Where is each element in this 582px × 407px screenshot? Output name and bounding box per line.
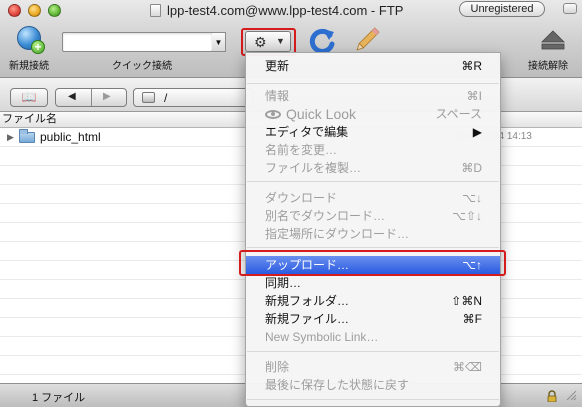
quick-connect-dropdown-button[interactable]: ▼ <box>212 32 226 52</box>
disconnect-label: 接続解除 <box>528 61 568 72</box>
menu-item-delete[interactable]: 削除 ⌘⌫ <box>246 358 500 376</box>
close-window-button[interactable] <box>8 4 21 17</box>
path-label: / <box>164 91 168 105</box>
menu-separator <box>247 181 499 182</box>
menu-item-download[interactable]: ダウンロード ⌥↓ <box>246 189 500 207</box>
menu-item-new-symbolic-link[interactable]: New Symbolic Link… <box>246 328 500 346</box>
menu-separator <box>247 83 499 84</box>
new-connection-label: 新規接続 <box>9 61 49 72</box>
nav-divider <box>91 89 92 106</box>
window-title: lpp-test4.com@www.lpp-test4.com - FTP <box>150 3 430 19</box>
back-arrow-icon[interactable]: ◀ <box>68 91 76 102</box>
quick-connect-input[interactable] <box>62 32 213 52</box>
menu-item-quick-look[interactable]: Quick Look スペース <box>246 105 500 123</box>
menu-item-download-as[interactable]: 別名でダウンロード… ⌥⇧↓ <box>246 207 500 225</box>
lock-icon[interactable] <box>546 390 558 402</box>
quick-connect-label: クイック接続 <box>112 61 172 72</box>
menu-item-new-file[interactable]: 新規ファイル… ⌘F <box>246 310 500 328</box>
document-proxy-icon <box>150 4 161 17</box>
status-text: 1 ファイル <box>32 392 86 404</box>
add-icon: + <box>31 40 45 54</box>
zoom-window-button[interactable] <box>48 4 61 17</box>
menu-item-refresh[interactable]: 更新 ⌘R <box>246 57 500 75</box>
bookmarks-button[interactable]: 📖 <box>10 88 48 107</box>
resize-grip-icon[interactable] <box>565 389 577 401</box>
history-nav: ◀ ▶ <box>55 88 127 107</box>
drive-icon <box>142 92 155 103</box>
folder-icon <box>19 129 35 143</box>
menu-separator <box>247 247 499 248</box>
menu-item-sync[interactable]: 同期… <box>246 274 500 292</box>
eye-icon <box>265 110 281 119</box>
eject-icon[interactable] <box>541 30 565 50</box>
menu-item-download-to[interactable]: 指定場所にダウンロード… <box>246 225 500 243</box>
path-popup[interactable]: / <box>133 88 253 107</box>
unregistered-badge[interactable]: Unregistered <box>459 1 545 17</box>
menu-separator <box>247 351 499 352</box>
menu-item-revert[interactable]: 最後に保存した状態に戻す <box>246 376 500 394</box>
minimize-window-button[interactable] <box>28 4 41 17</box>
menu-item-info[interactable]: 情報 ⌘I <box>246 87 500 105</box>
pencil-icon[interactable] <box>352 25 382 55</box>
menu-item-duplicate[interactable]: ファイルを複製… ⌘D <box>246 159 500 177</box>
disclosure-triangle-icon[interactable]: ▶ <box>7 132 14 143</box>
menu-item-edit-in-editor[interactable]: エディタで編集 ▶ <box>246 123 500 141</box>
menu-separator <box>247 399 499 400</box>
annotation-highlight-upload <box>239 250 506 276</box>
submenu-arrow-icon: ▶ <box>472 125 482 139</box>
menu-item-new-folder[interactable]: 新規フォルダ… ⇧⌘N <box>246 292 500 310</box>
toolbar-toggle-button[interactable] <box>563 3 577 14</box>
forward-arrow-icon[interactable]: ▶ <box>103 91 111 102</box>
book-icon: 📖 <box>21 90 37 104</box>
action-menu: 更新 ⌘R 情報 ⌘I Quick Look スペース エディタで編集 ▶ 名前… <box>245 52 501 407</box>
file-name: public_html <box>40 130 101 144</box>
menu-item-rename[interactable]: 名前を変更… <box>246 141 500 159</box>
